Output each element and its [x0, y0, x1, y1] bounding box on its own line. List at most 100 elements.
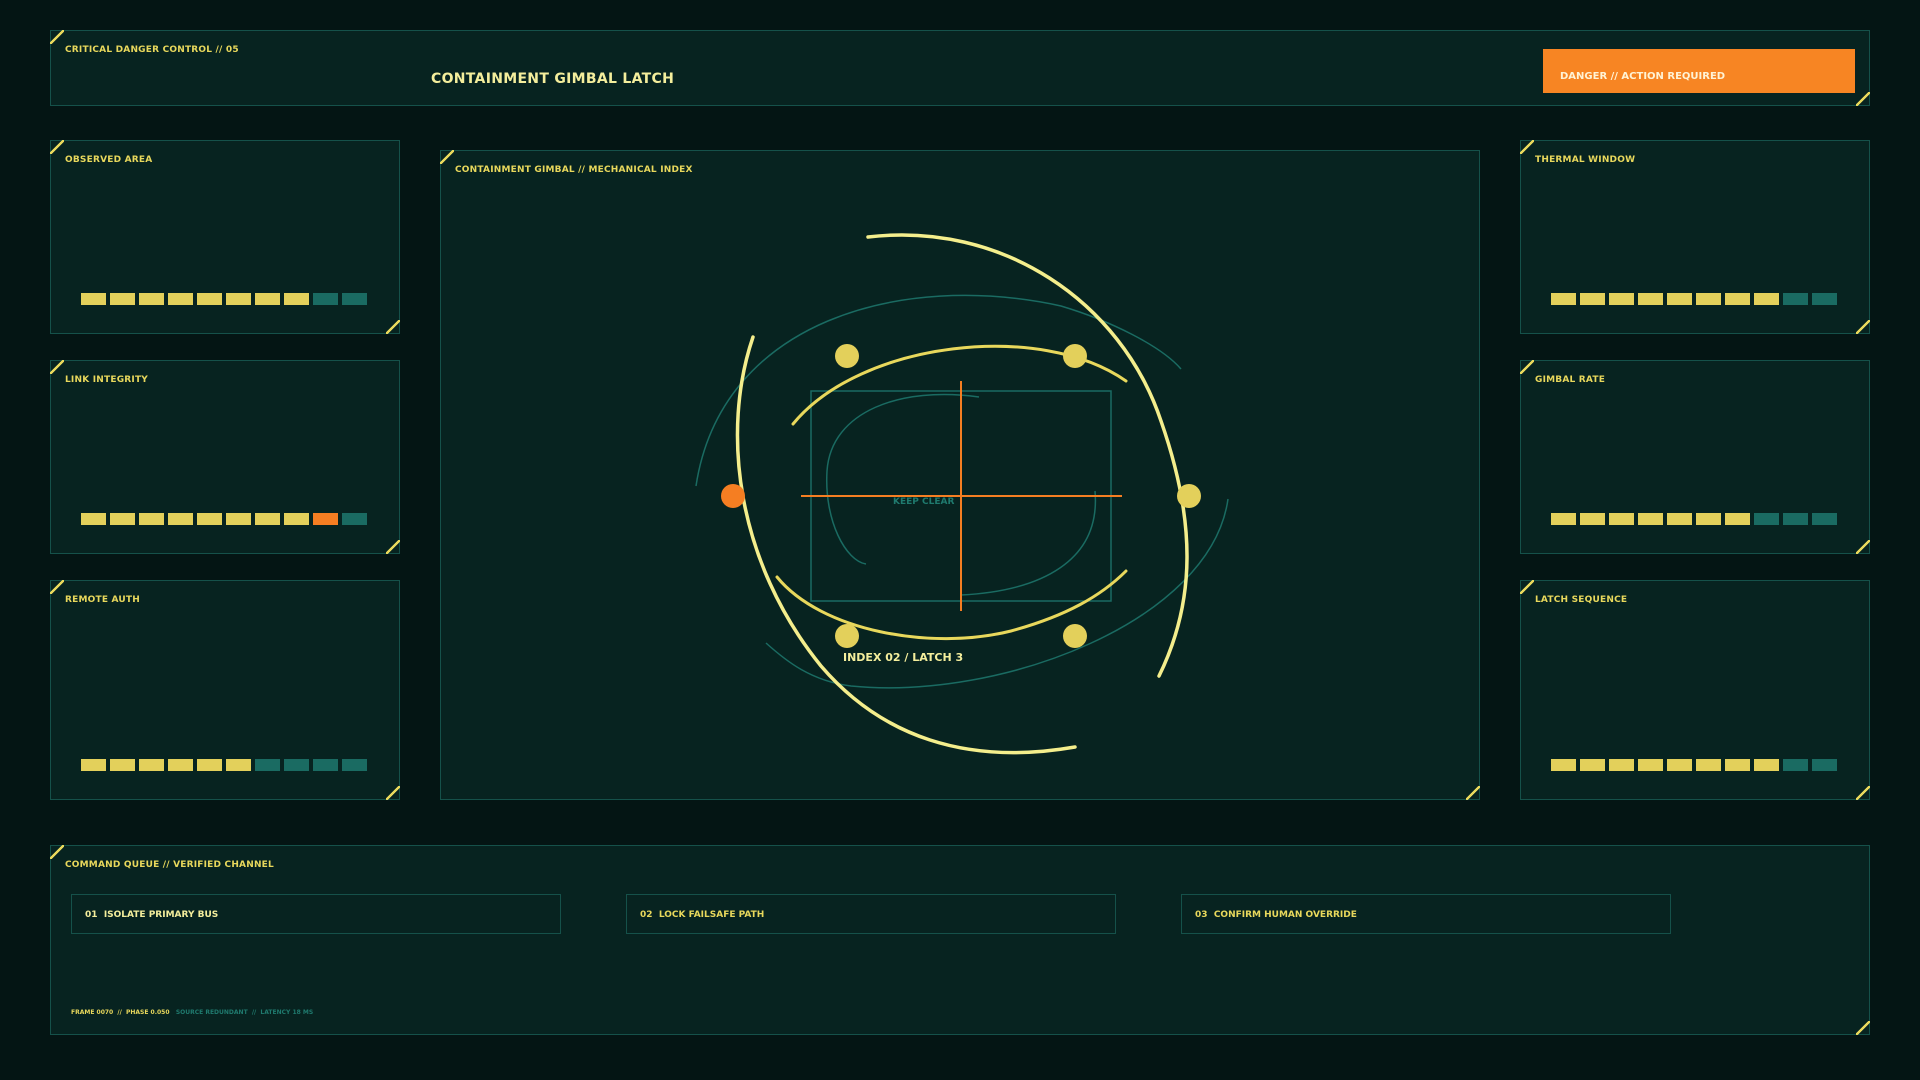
meter-segment	[1609, 759, 1634, 771]
meter-segment	[81, 513, 106, 525]
meter-segment	[1725, 513, 1750, 525]
meter-segment	[1812, 759, 1837, 771]
level-meter	[81, 293, 367, 305]
source-readout: SOURCE REDUNDANT	[175, 1009, 248, 1016]
meter-segment	[1783, 293, 1808, 305]
meter-segment	[1609, 513, 1634, 525]
panel-label: LINK INTEGRITY	[65, 375, 149, 385]
panel-label: REMOTE AUTH	[65, 595, 140, 605]
gimbal-rate-panel: GIMBAL RATE	[1520, 360, 1870, 554]
meter-segment	[1580, 293, 1605, 305]
page-title: CONTAINMENT GIMBAL LATCH	[431, 71, 675, 87]
meter-segment	[1725, 759, 1750, 771]
meter-segment	[110, 293, 135, 305]
meter-segment	[1812, 293, 1837, 305]
meter-segment	[139, 759, 164, 771]
level-meter	[1551, 513, 1837, 525]
command-number: 01	[85, 910, 98, 920]
meter-segment	[1638, 513, 1663, 525]
command-number: 02	[640, 910, 653, 920]
meter-segment	[1551, 759, 1576, 771]
command-queue-panel: COMMAND QUEUE // VERIFIED CHANNEL 01 ISO…	[50, 845, 1870, 1035]
remote-auth-panel: REMOTE AUTH	[50, 580, 400, 800]
meter-segment	[255, 759, 280, 771]
keep-clear-label: KEEP CLEAR	[893, 497, 954, 507]
meter-segment	[1783, 513, 1808, 525]
meter-segment	[197, 513, 222, 525]
meter-segment	[1783, 759, 1808, 771]
gimbal-panel: CONTAINMENT GIMBAL // MECHANICAL INDEX K…	[440, 150, 1480, 800]
meter-segment	[1638, 759, 1663, 771]
level-meter	[81, 513, 367, 525]
phase-readout: PHASE 0.050	[125, 1009, 170, 1016]
meter-segment	[226, 513, 251, 525]
latch-node[interactable]	[1063, 624, 1087, 648]
panel-label: THERMAL WINDOW	[1535, 155, 1636, 165]
meter-segment	[1580, 759, 1605, 771]
meter-segment	[255, 293, 280, 305]
command-queue-label: COMMAND QUEUE // VERIFIED CHANNEL	[65, 860, 274, 870]
latch-node[interactable]	[835, 344, 859, 368]
panel-label: OBSERVED AREA	[65, 155, 153, 165]
meter-segment	[1551, 513, 1576, 525]
link-integrity-panel: LINK INTEGRITY	[50, 360, 400, 554]
index-label: INDEX 02 / LATCH 3	[843, 651, 963, 664]
meter-segment	[197, 759, 222, 771]
meter-segment	[284, 759, 309, 771]
meter-segment	[284, 293, 309, 305]
meter-segment	[168, 759, 193, 771]
meter-segment	[1667, 293, 1692, 305]
meter-segment	[342, 513, 367, 525]
latch-node-alert[interactable]	[721, 484, 745, 508]
meter-segment	[81, 293, 106, 305]
meter-segment	[139, 513, 164, 525]
meter-segment	[1754, 293, 1779, 305]
meter-segment	[81, 759, 106, 771]
meter-segment	[342, 293, 367, 305]
latch-node[interactable]	[1063, 344, 1087, 368]
meter-segment	[168, 293, 193, 305]
meter-segment	[197, 293, 222, 305]
thermal-window-panel: THERMAL WINDOW	[1520, 140, 1870, 334]
level-meter	[81, 759, 367, 771]
inner-teal-ring	[826, 393, 980, 565]
meter-segment	[110, 513, 135, 525]
meter-segment	[1696, 513, 1721, 525]
frame-readout: FRAME 0070	[71, 1009, 114, 1016]
command-item-confirm-human-override[interactable]: 03 CONFIRM HUMAN OVERRIDE	[1181, 894, 1671, 934]
meter-segment	[255, 513, 280, 525]
meter-segment	[1754, 759, 1779, 771]
meter-segment	[226, 759, 251, 771]
meter-segment	[1551, 293, 1576, 305]
latch-sequence-panel: LATCH SEQUENCE	[1520, 580, 1870, 800]
meter-segment	[313, 293, 338, 305]
panel-label: LATCH SEQUENCE	[1535, 595, 1628, 605]
meter-segment	[342, 759, 367, 771]
panel-label: GIMBAL RATE	[1535, 375, 1606, 385]
meter-segment	[1696, 759, 1721, 771]
latch-node[interactable]	[1177, 484, 1201, 508]
large-yellow-arc	[866, 233, 1189, 678]
meter-segment	[1667, 759, 1692, 771]
latch-node[interactable]	[835, 624, 859, 648]
gimbal-diagram: KEEP CLEAR INDEX 02 / LATCH 3	[695, 233, 1229, 755]
meter-segment	[1609, 293, 1634, 305]
danger-badge[interactable]: DANGER // ACTION REQUIRED	[1543, 49, 1855, 93]
command-number: 03	[1195, 910, 1208, 920]
meter-segment	[139, 293, 164, 305]
command-text: LOCK FAILSAFE PATH	[658, 910, 765, 920]
meter-segment	[110, 759, 135, 771]
inner-teal-ring-right	[960, 490, 1097, 596]
command-item-lock-failsafe-path[interactable]: 02 LOCK FAILSAFE PATH	[626, 894, 1116, 934]
meter-segment	[284, 513, 309, 525]
latency-readout: LATENCY 18 MS	[260, 1009, 314, 1016]
meter-segment	[1812, 513, 1837, 525]
meter-segment	[1754, 513, 1779, 525]
command-item-isolate-primary-bus[interactable]: 01 ISOLATE PRIMARY BUS	[71, 894, 561, 934]
level-meter	[1551, 293, 1837, 305]
header-label: CRITICAL DANGER CONTROL // 05	[65, 45, 239, 55]
command-text: CONFIRM HUMAN OVERRIDE	[1213, 910, 1357, 920]
meter-segment	[1696, 293, 1721, 305]
meter-segment	[313, 513, 338, 525]
command-text: ISOLATE PRIMARY BUS	[103, 910, 219, 920]
